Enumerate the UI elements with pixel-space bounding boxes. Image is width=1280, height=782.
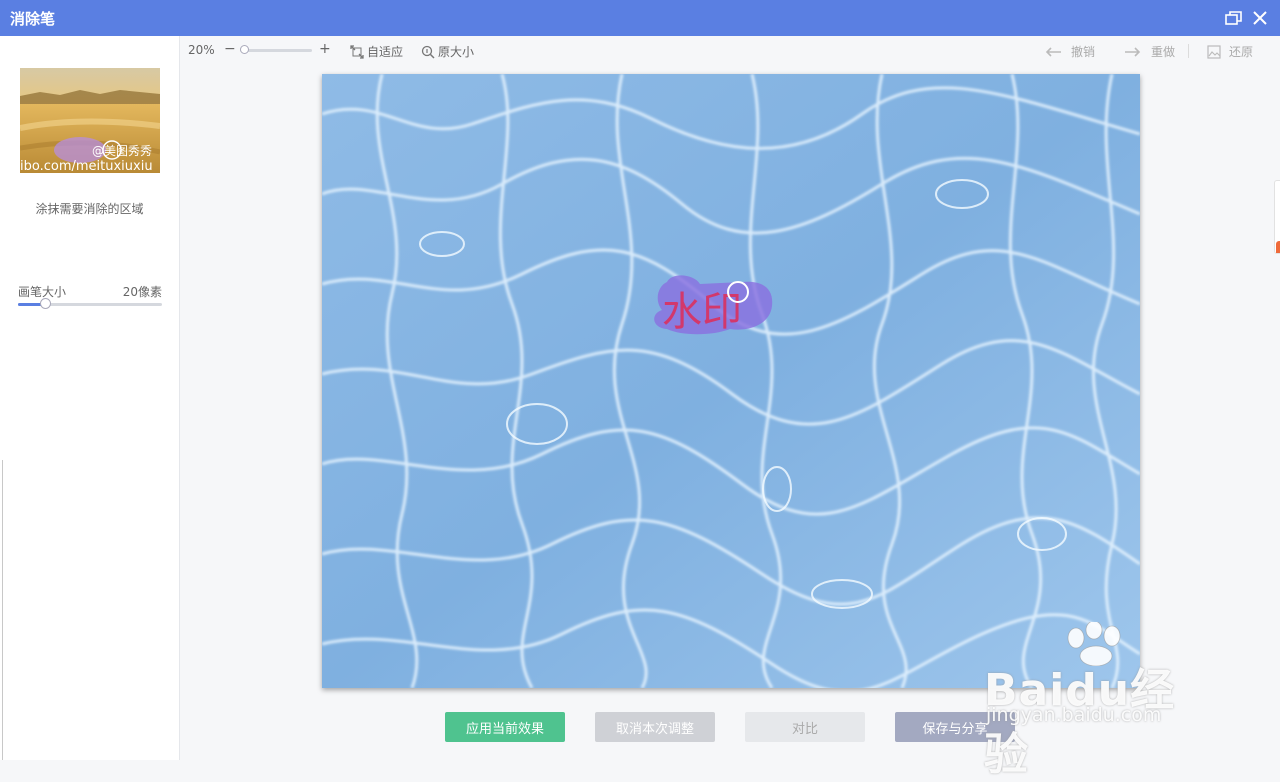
thumbnail-url-text: ibo.com/meituxiuxiu: [20, 159, 153, 173]
fit-label: 自适应: [367, 45, 404, 59]
compare-button[interactable]: 对比: [745, 712, 865, 742]
thumbnail-watermark-text: @美图秀秀: [92, 144, 152, 158]
brush-size-slider[interactable]: [18, 298, 162, 309]
undo-button[interactable]: 撤销: [1044, 43, 1095, 60]
side-panel-handle[interactable]: [1274, 180, 1280, 254]
window-title: 消除笔: [10, 10, 56, 28]
zoom-percent: 20%: [188, 43, 215, 57]
restore-label: 还原: [1229, 45, 1254, 59]
close-icon[interactable]: [1250, 8, 1270, 28]
zoom-out-button[interactable]: −: [224, 41, 236, 57]
original-size-label: 原大小: [438, 45, 475, 59]
preview-thumbnail[interactable]: @美图秀秀 ibo.com/meituxiuxiu: [20, 68, 160, 173]
title-bar: 消除笔: [0, 0, 1280, 36]
water-photo: 水印: [322, 74, 1140, 688]
zoom-in-button[interactable]: +: [319, 41, 331, 57]
save-share-button[interactable]: 保存与分享: [895, 712, 1015, 742]
instruction-text: 涂抹需要消除的区域: [35, 202, 144, 216]
brush-size-value: 20像素: [122, 285, 162, 299]
image-canvas[interactable]: 水印: [322, 74, 1140, 688]
original-size-button[interactable]: 原大小: [421, 43, 474, 60]
arrow-left-icon: [1045, 46, 1061, 57]
handle-indicator: [1276, 241, 1280, 253]
redo-button[interactable]: 重做: [1124, 43, 1175, 60]
undo-label: 撤销: [1071, 45, 1096, 59]
brush-size-handle[interactable]: [40, 298, 52, 309]
arrow-right-icon: [1125, 46, 1141, 57]
redo-label: 重做: [1151, 45, 1176, 59]
toolbar: 20% − + 自适应 原大小 撤销 重做 还原: [180, 36, 1280, 64]
watermark-text: 水印: [662, 289, 742, 335]
magnifier-icon: [421, 45, 435, 59]
apply-button[interactable]: 应用当前效果: [445, 712, 565, 742]
left-panel: @美图秀秀 ibo.com/meituxiuxiu 涂抹需要消除的区域 画笔大小…: [0, 36, 180, 760]
panel-divider: [2, 460, 3, 760]
restore-window-icon[interactable]: [1224, 8, 1244, 28]
fit-button[interactable]: 自适应: [350, 43, 403, 60]
image-icon: [1207, 44, 1221, 59]
fit-icon: [350, 44, 364, 59]
zoom-handle[interactable]: [239, 45, 249, 54]
zoom-slider[interactable]: [239, 45, 312, 54]
toolbar-separator: [1188, 44, 1189, 58]
brush-size-label: 画笔大小: [18, 285, 67, 299]
restore-button[interactable]: 还原: [1207, 43, 1253, 60]
cancel-button[interactable]: 取消本次调整: [595, 712, 715, 742]
